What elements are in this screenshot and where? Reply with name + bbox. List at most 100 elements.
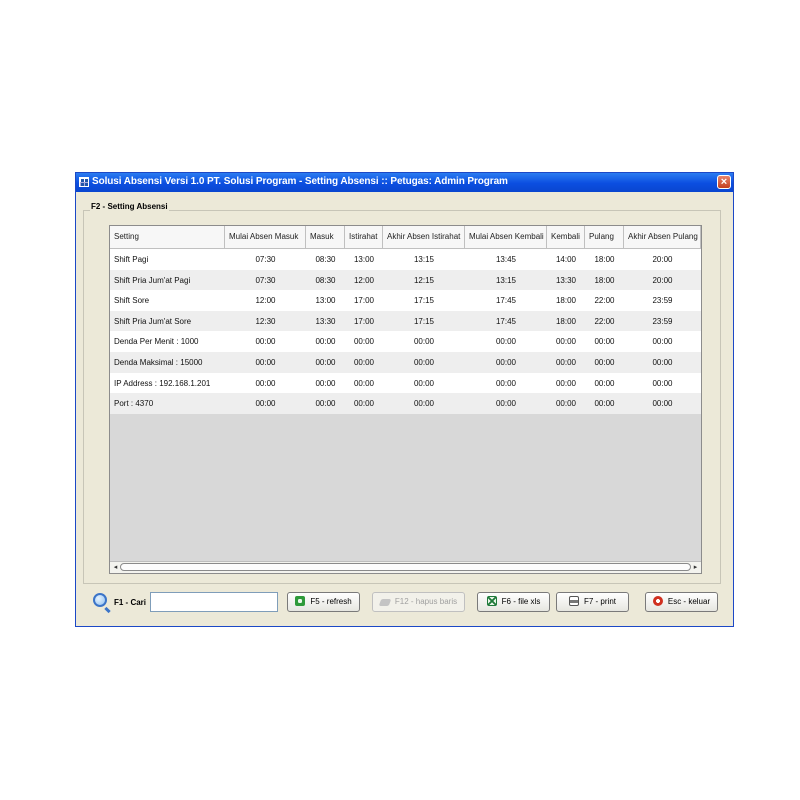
table-row[interactable]: Denda Maksimal : 15000 00:00 00:00 00:00 00:… bbox=[110, 352, 701, 373]
table-cell: 20:00 bbox=[652, 275, 673, 285]
table-cell: 18:00 bbox=[594, 255, 615, 264]
delete-row-button-label: F12 - hapus baris bbox=[394, 597, 458, 606]
scroll-right-icon[interactable]: ▸ bbox=[691, 563, 700, 572]
window-title: Solusi Absensi Versi 1.0 PT. Solusi Prog… bbox=[92, 176, 508, 187]
table-cell: 00:00 bbox=[555, 399, 577, 409]
column-header[interactable]: Mulai Absen Masuk bbox=[225, 226, 306, 248]
table-cell: 22:00 bbox=[594, 296, 615, 306]
table-cell: 20:00 bbox=[652, 255, 673, 264]
scroll-left-icon[interactable]: ◂ bbox=[111, 563, 120, 572]
table-cell: 00:00 bbox=[353, 358, 375, 367]
table-cell: 00:00 bbox=[495, 399, 517, 409]
table-cell: 00:00 bbox=[594, 337, 615, 347]
table-row[interactable]: Denda Per Menit : 1000 00:00 00:00 00:00 00:… bbox=[110, 331, 701, 353]
table-cell: 00:00 bbox=[652, 337, 673, 347]
table-cell: 00:00 bbox=[555, 378, 577, 388]
table-cell: 13:15 bbox=[495, 275, 517, 285]
table-cell: 07:30 bbox=[255, 255, 276, 264]
table-cell: 00:00 bbox=[353, 399, 375, 409]
table-cell: 00:00 bbox=[353, 378, 375, 388]
table-cell: 12:00 bbox=[353, 275, 375, 285]
refresh-button[interactable]: F5 - refresh bbox=[287, 592, 360, 612]
table-cell: 23:59 bbox=[652, 296, 673, 306]
table-cell: 00:00 bbox=[495, 337, 517, 347]
table-cell: 00:00 bbox=[413, 399, 435, 409]
excel-icon bbox=[486, 596, 497, 606]
exit-button[interactable]: Esc - keluar bbox=[645, 592, 718, 612]
delete-row-button[interactable]: F12 - hapus baris bbox=[372, 592, 465, 612]
table-cell: Shift Pria Jum'at Sore bbox=[114, 316, 192, 326]
table-cell: 22:00 bbox=[594, 316, 615, 326]
table-cell: 17:15 bbox=[413, 296, 435, 306]
panel-title: F2 - Setting Absensi bbox=[90, 202, 169, 211]
table-cell: 00:00 bbox=[495, 358, 517, 367]
column-header[interactable]: Kembali bbox=[547, 226, 585, 248]
table-cell: 18:00 bbox=[594, 275, 615, 285]
table-cell: 08:30 bbox=[315, 275, 336, 285]
table-cell: 00:00 bbox=[594, 358, 615, 367]
table-cell: Port : 4370 bbox=[114, 399, 154, 409]
table-cell: 00:00 bbox=[555, 358, 577, 367]
table-cell: 00:00 bbox=[315, 399, 336, 409]
table-cell: 00:00 bbox=[594, 378, 615, 388]
table-cell: 00:00 bbox=[413, 337, 435, 347]
table-cell: 00:00 bbox=[315, 337, 336, 347]
table-row[interactable]: Shift Pagi 07:30 08:30 13:00 13:15 13:45 14:00… bbox=[110, 249, 701, 270]
table-cell: 00:00 bbox=[315, 378, 336, 388]
column-header[interactable]: Setting bbox=[110, 226, 225, 248]
column-header[interactable]: Mulai Absen Kembali bbox=[465, 226, 547, 248]
column-header[interactable]: Pulang bbox=[585, 226, 624, 248]
table-cell: 13:30 bbox=[555, 275, 577, 285]
table-cell: 17:45 bbox=[495, 296, 517, 306]
title-bar[interactable]: Solusi Absensi Versi 1.0 PT. Solusi Prog… bbox=[76, 173, 733, 192]
table-cell: 12:00 bbox=[255, 296, 276, 306]
export-xls-button-label: F6 - file xls bbox=[501, 597, 541, 606]
export-xls-button[interactable]: F6 - file xls bbox=[477, 592, 550, 612]
table-cell: 00:00 bbox=[652, 358, 673, 367]
table-cell: 00:00 bbox=[413, 358, 435, 367]
table-row[interactable]: IP Address : 192.168.1.201 00:00 00:00 00:0… bbox=[110, 372, 701, 394]
table-cell: 12:15 bbox=[413, 275, 435, 285]
exit-button-label: Esc - keluar bbox=[667, 597, 711, 606]
table-row[interactable]: Port : 4370 00:00 00:00 00:00 00:00 00:00 00:0… bbox=[110, 393, 701, 415]
table-row[interactable]: Shift Sore 12:00 13:00 17:00 17:15 17:45 18:00… bbox=[110, 290, 701, 312]
table-row[interactable]: Shift Pria Jum'at Pagi 07:30 08:30 12:00 12:… bbox=[110, 269, 701, 291]
table-cell: 00:00 bbox=[555, 337, 577, 347]
table-cell: 17:45 bbox=[495, 316, 517, 326]
table-cell: 08:30 bbox=[315, 255, 336, 264]
table-cell: 13:00 bbox=[315, 296, 336, 306]
table-cell: 13:30 bbox=[315, 316, 336, 326]
refresh-button-label: F5 - refresh bbox=[310, 597, 352, 606]
table-header: Setting Mulai Absen Masuk Masuk Istirahat Ak… bbox=[110, 226, 701, 249]
table-cell: 07:30 bbox=[255, 275, 276, 285]
column-header[interactable]: Akhir Absen Istirahat bbox=[383, 226, 465, 248]
table-cell: 17:15 bbox=[413, 316, 435, 326]
table-cell: 13:15 bbox=[413, 255, 435, 264]
table-cell: 00:00 bbox=[255, 358, 276, 367]
table-cell: 17:00 bbox=[353, 296, 375, 306]
table-cell: 13:45 bbox=[495, 255, 517, 264]
setting-table: Setting Mulai Absen Masuk Masuk Istirahat Ak… bbox=[109, 225, 702, 574]
column-header[interactable]: Akhir Absen Pulang bbox=[624, 226, 701, 248]
horizontal-scrollbar[interactable]: ◂ ▸ bbox=[110, 561, 701, 573]
table-cell: 18:00 bbox=[555, 296, 577, 306]
table-cell: Shift Pagi bbox=[114, 255, 149, 264]
table-cell: 00:00 bbox=[652, 399, 673, 409]
table-cell: 13:00 bbox=[353, 255, 375, 264]
close-button[interactable]: × bbox=[717, 175, 731, 189]
table-cell: 23:59 bbox=[652, 316, 673, 326]
table-cell: 00:00 bbox=[315, 358, 336, 367]
table-cell: 00:00 bbox=[255, 378, 276, 388]
app-icon bbox=[79, 177, 89, 187]
search-input[interactable] bbox=[150, 592, 278, 612]
column-header[interactable]: Istirahat bbox=[345, 226, 383, 248]
print-button[interactable]: F7 - print bbox=[556, 592, 629, 612]
scrollbar-thumb[interactable] bbox=[120, 563, 691, 571]
search-label: F1 - Cari bbox=[114, 598, 147, 607]
column-header[interactable]: Masuk bbox=[306, 226, 345, 248]
exit-icon bbox=[652, 596, 663, 606]
table-cell: 00:00 bbox=[652, 378, 673, 388]
magnifier-icon bbox=[93, 593, 107, 607]
table-row[interactable]: Shift Pria Jum'at Sore 12:30 13:30 17:00 17:… bbox=[110, 310, 701, 332]
table-cell: Denda Per Menit : 1000 bbox=[114, 337, 199, 347]
